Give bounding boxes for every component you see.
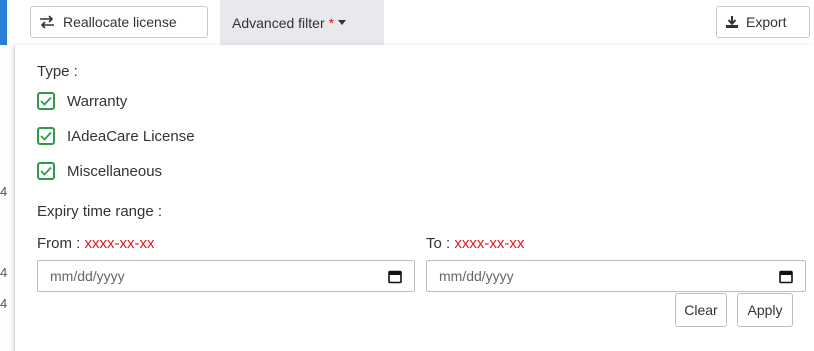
to-label: To : xxxx-xx-xx — [426, 235, 524, 252]
checkbox-checked[interactable] — [37, 127, 55, 145]
expiry-range-label: Expiry time range : — [37, 203, 163, 220]
selection-indicator — [0, 0, 7, 45]
to-date-placeholder: mm/dd/yyyy — [439, 268, 514, 284]
advanced-filter-button[interactable]: Advanced filter * — [220, 0, 384, 45]
active-filter-marker: * — [328, 14, 335, 31]
calendar-icon[interactable] — [388, 269, 402, 284]
to-value-hint: xxxx-xx-xx — [454, 235, 525, 252]
apply-button[interactable]: Apply — [737, 293, 793, 327]
from-date-input[interactable]: mm/dd/yyyy — [37, 260, 415, 292]
checkmark-icon — [40, 131, 52, 141]
from-date-placeholder: mm/dd/yyyy — [50, 268, 125, 284]
type-option-label: Warranty — [67, 92, 128, 110]
background-text-fragment: 4 — [0, 265, 8, 280]
left-accent-strip — [0, 0, 14, 45]
download-icon — [725, 15, 739, 29]
advanced-filter-label: Advanced filter — [232, 14, 325, 31]
caret-down-icon — [338, 20, 347, 25]
export-button[interactable]: Export — [716, 6, 810, 38]
checkbox-checked[interactable] — [37, 162, 55, 180]
to-label-text: To : — [426, 235, 451, 252]
to-date-input[interactable]: mm/dd/yyyy — [426, 260, 806, 292]
checkmark-icon — [40, 166, 52, 176]
from-label-text: From : — [37, 235, 81, 252]
export-label: Export — [746, 14, 787, 30]
checkmark-icon — [40, 96, 52, 106]
type-option-miscellaneous[interactable]: Miscellaneous — [37, 162, 162, 180]
background-text-fragment: 4 — [0, 184, 8, 199]
calendar-icon[interactable] — [779, 269, 793, 284]
advanced-filter-panel: Type : Warranty IAdeaCare License Miscel… — [14, 45, 814, 351]
reallocate-license-label: Reallocate license — [63, 14, 177, 30]
type-option-label: Miscellaneous — [67, 162, 163, 180]
background-text-fragment: 4 — [0, 296, 8, 311]
type-option-label: IAdeaCare License — [67, 127, 195, 145]
swap-arrows-icon — [39, 15, 55, 29]
type-option-iadeacare-license[interactable]: IAdeaCare License — [37, 127, 195, 145]
from-value-hint: xxxx-xx-xx — [84, 235, 155, 252]
checkbox-checked[interactable] — [37, 92, 55, 110]
reallocate-license-button[interactable]: Reallocate license — [30, 6, 208, 38]
clear-button[interactable]: Clear — [675, 293, 727, 327]
type-label: Type : — [37, 63, 78, 80]
type-option-warranty[interactable]: Warranty — [37, 92, 127, 110]
toolbar: Reallocate license Advanced filter * Exp… — [0, 0, 814, 45]
from-label: From : xxxx-xx-xx — [37, 235, 155, 252]
